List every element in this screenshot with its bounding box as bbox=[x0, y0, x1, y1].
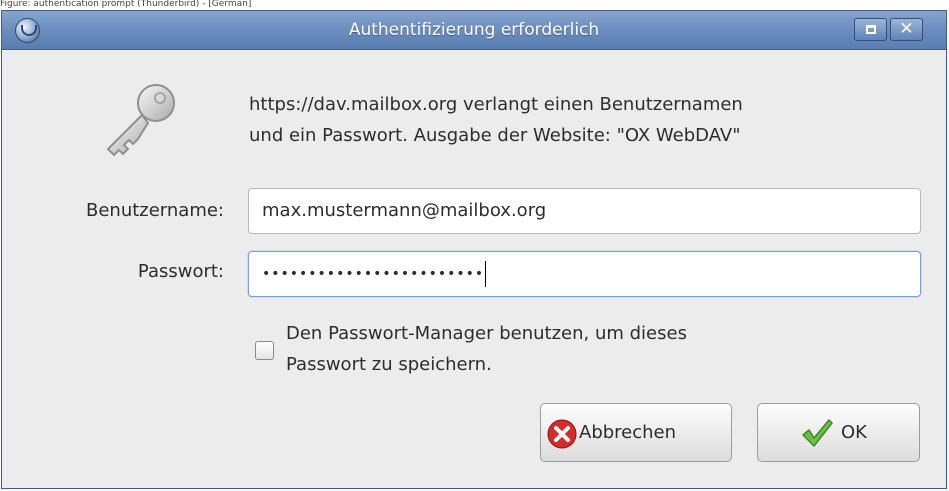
key-icon bbox=[106, 84, 175, 157]
username-field[interactable]: max.mustermann@mailbox.org bbox=[248, 188, 921, 234]
username-label: Benutzername: bbox=[85, 200, 224, 221]
close-button[interactable]: ✕ bbox=[890, 18, 923, 41]
maximize-icon bbox=[866, 25, 876, 34]
remember-password-label[interactable]: Den Passwort-Manager benutzen, um dieses… bbox=[286, 318, 846, 380]
auth-message: https://dav.mailbox.org verlangt einen B… bbox=[249, 89, 939, 151]
cancel-label: Abbrechen bbox=[579, 422, 677, 443]
dialog-title: Authentifizierung erforderlich bbox=[348, 20, 600, 40]
checkmark-icon bbox=[802, 419, 833, 447]
username-value: max.mustermann@mailbox.org bbox=[262, 200, 547, 221]
password-value: •••••••••••••••••••••••• bbox=[262, 266, 485, 282]
checkbox-label-line: Den Passwort-Manager benutzen, um dieses bbox=[286, 323, 687, 344]
cancel-x-icon bbox=[547, 419, 577, 449]
remember-password-checkbox[interactable] bbox=[255, 341, 274, 360]
close-icon: ✕ bbox=[899, 19, 914, 39]
text-caret bbox=[485, 261, 487, 287]
message-line: und ein Passwort. Ausgabe der Website: "… bbox=[249, 125, 741, 146]
password-field[interactable]: •••••••••••••••••••••••• bbox=[248, 251, 921, 297]
checkbox-label-line: Passwort zu speichern. bbox=[286, 354, 492, 375]
password-label: Passwort: bbox=[137, 261, 224, 282]
figure-caption: Figure: authentication prompt (Thunderbi… bbox=[0, 0, 252, 9]
ok-button[interactable]: OK bbox=[757, 403, 920, 462]
message-line: https://dav.mailbox.org verlangt einen B… bbox=[249, 94, 743, 115]
cancel-button[interactable]: Abbrechen bbox=[540, 403, 732, 462]
maximize-button[interactable] bbox=[854, 18, 887, 41]
titlebar[interactable]: Authentifizierung erforderlich ✕ bbox=[2, 11, 946, 50]
auth-dialog: Authentifizierung erforderlich ✕ https:/… bbox=[1, 10, 947, 489]
ok-label: OK bbox=[841, 422, 867, 443]
